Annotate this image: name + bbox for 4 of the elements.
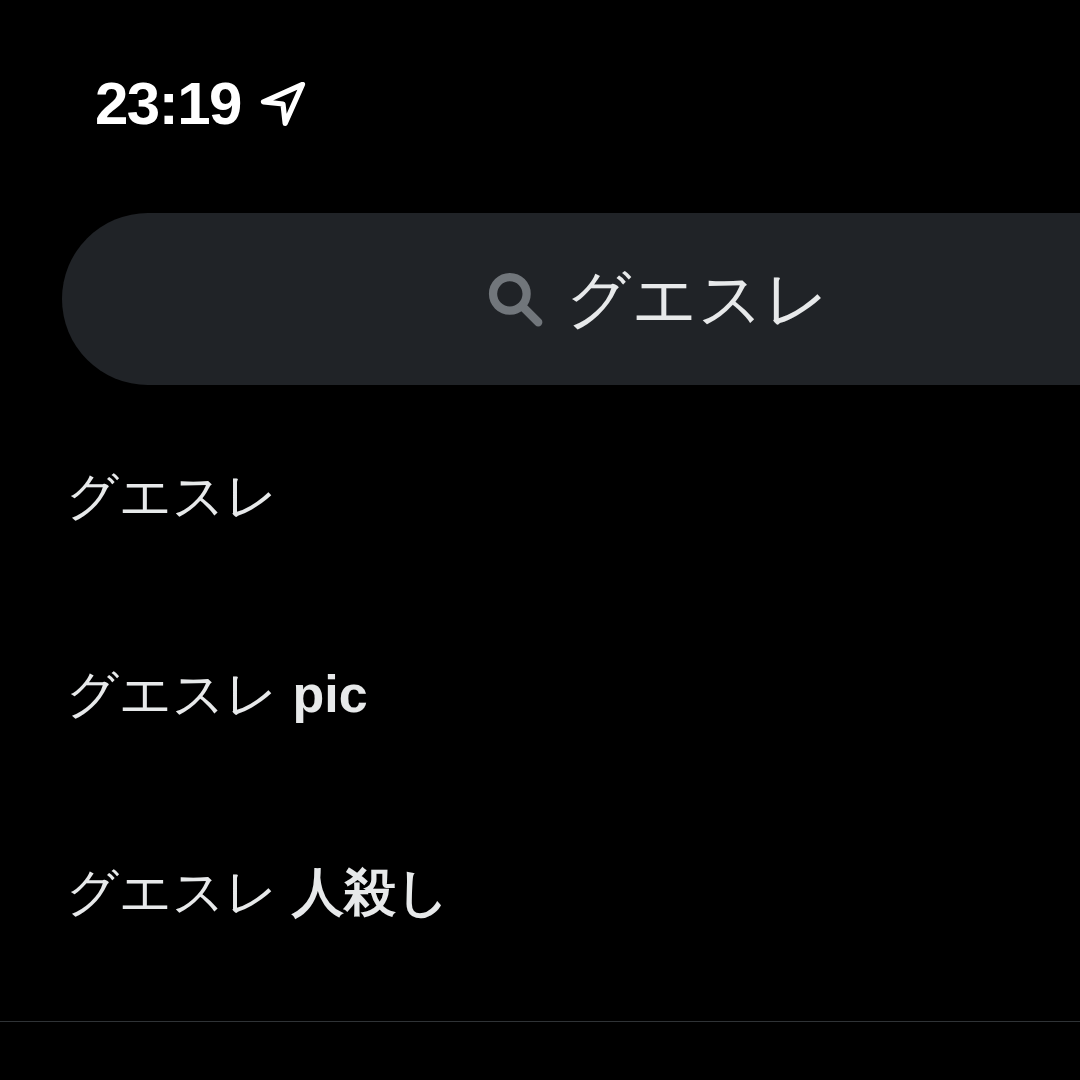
search-suggestion[interactable]: グエスレ 人殺し — [66, 866, 450, 918]
search-field[interactable]: グエスレ — [62, 213, 1080, 385]
search-suggestion[interactable]: グエスレ — [66, 470, 278, 522]
status-time: 23:19 — [95, 74, 241, 134]
